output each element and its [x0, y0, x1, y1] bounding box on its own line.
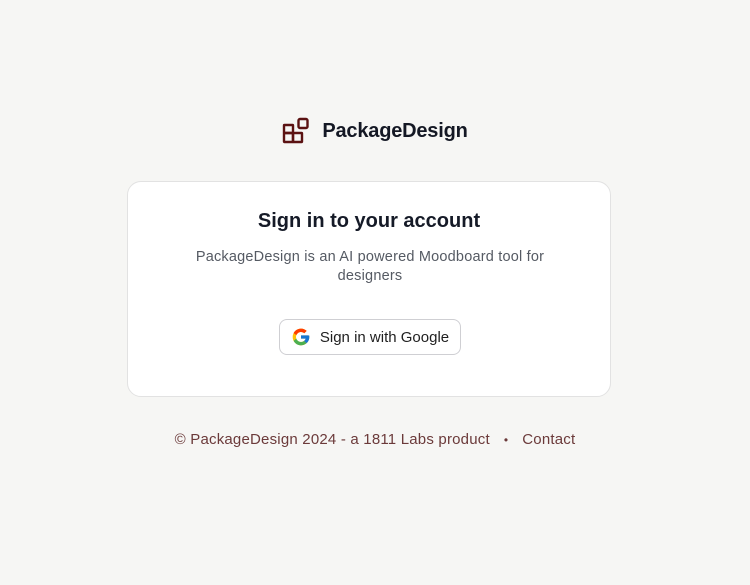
brand-name: PackageDesign [322, 119, 468, 142]
brand-header: PackageDesign [0, 117, 750, 145]
package-boxes-icon [283, 117, 310, 144]
google-button-label: Sign in with Google [319, 328, 450, 346]
footer: © PackageDesign 2024 - a 1811 Labs produ… [0, 431, 750, 448]
card-description: PackageDesign is an AI powered Moodboard… [195, 249, 545, 284]
footer-separator: • [503, 432, 509, 447]
sign-in-card: Sign in to your account PackageDesign is… [127, 181, 611, 397]
login-page: PackageDesign Sign in to your account Pa… [0, 0, 750, 585]
contact-link[interactable]: Contact [522, 431, 575, 448]
card-title: Sign in to your account [257, 210, 481, 232]
google-sign-in-button[interactable]: Sign in with Google [279, 319, 461, 355]
footer-copyright: © PackageDesign 2024 - a 1811 Labs produ… [174, 431, 490, 448]
google-icon [292, 328, 310, 346]
